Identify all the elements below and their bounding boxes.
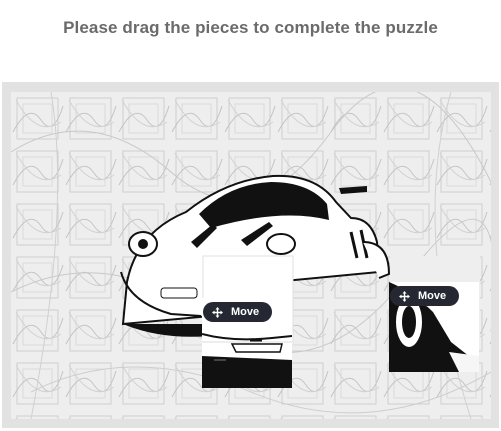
move-label: Move <box>418 290 447 302</box>
move-arrows-icon <box>212 306 223 318</box>
move-arrows-icon <box>399 290 410 302</box>
puzzle-canvas: Move Move <box>11 92 491 419</box>
puzzle-instruction: Please drag the pieces to complete the p… <box>63 18 438 37</box>
move-label: Move <box>231 306 260 318</box>
move-handle-piece-1[interactable]: Move <box>203 302 273 322</box>
move-handle-piece-2[interactable]: Move <box>390 286 460 306</box>
